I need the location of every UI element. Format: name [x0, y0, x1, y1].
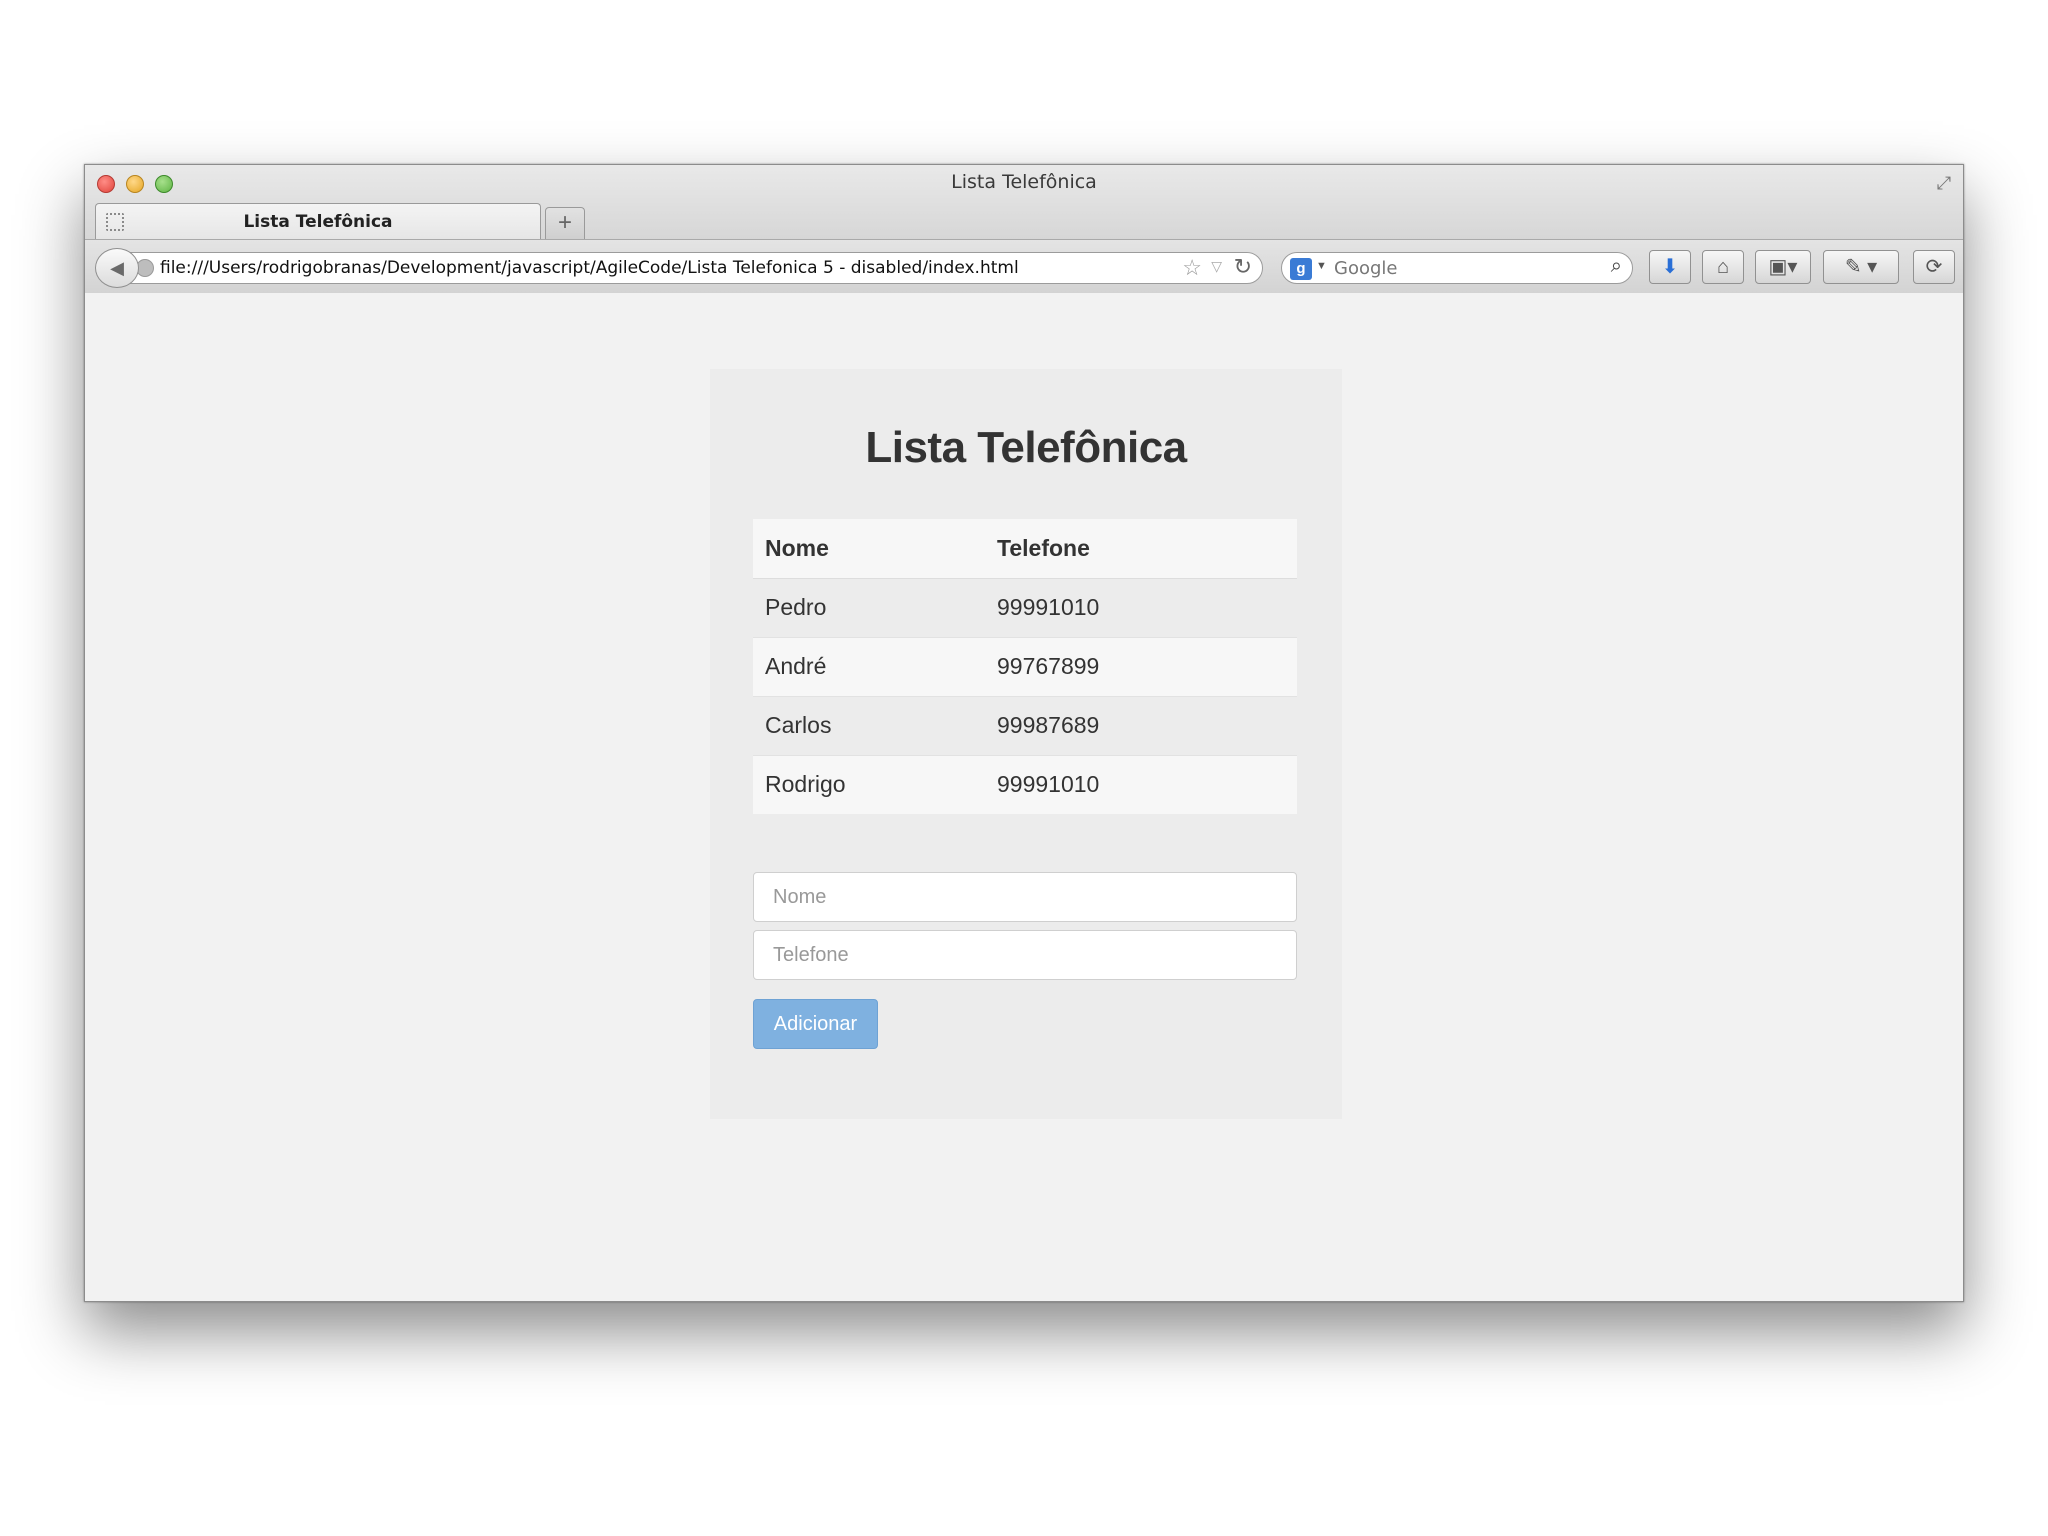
search-placeholder: Google [1334, 258, 1398, 279]
contacts-table: Nome Telefone Pedro 99991010 André 99767… [753, 519, 1297, 814]
new-tab-button[interactable]: + [545, 207, 585, 239]
column-header-telefone: Telefone [997, 519, 1297, 579]
addon-menu-button[interactable]: ✎ ▾ [1823, 250, 1899, 284]
back-button[interactable]: ◀ [95, 248, 139, 288]
page-favicon-icon [106, 213, 124, 231]
reload-icon[interactable]: ↻ [1234, 254, 1252, 280]
search-bar[interactable]: g ▼ Google ⌕ [1281, 252, 1633, 284]
history-dropdown-icon[interactable]: ▽ [1211, 258, 1222, 275]
url-text[interactable]: file:///Users/rodrigobranas/Development/… [160, 258, 1019, 278]
sync-button[interactable]: ⟳ [1913, 250, 1955, 284]
bookmark-star-icon[interactable]: ☆ [1182, 255, 1202, 281]
page-title: Lista Telefônica [865, 423, 1187, 472]
contact-name: Carlos [753, 695, 997, 755]
table-header-row: Nome Telefone [753, 519, 1297, 579]
tab-label: Lista Telefônica [243, 212, 393, 232]
tab-lista-telefonica[interactable]: Lista Telefônica [95, 203, 541, 239]
tab-strip: Lista Telefônica + [85, 201, 1963, 239]
add-contact-button[interactable]: Adicionar [753, 999, 878, 1049]
contact-name: Rodrigo [753, 754, 997, 814]
engine-dropdown-icon[interactable]: ▼ [1316, 260, 1327, 272]
contact-phone: 99991010 [997, 577, 1297, 637]
downloads-button[interactable]: ⬇ [1649, 250, 1691, 284]
contact-name: André [753, 636, 997, 696]
browser-window: Lista Telefônica ⤢ Lista Telefônica + fi… [84, 164, 1964, 1302]
contact-phone: 99991010 [997, 754, 1297, 814]
table-row: Carlos 99987689 [753, 695, 1297, 755]
page-viewport: Lista Telefônica Nome Telefone Pedro 999… [85, 293, 1963, 1301]
window-title: Lista Telefônica [951, 171, 1097, 193]
search-engine-icon[interactable]: g [1290, 258, 1312, 280]
table-row: Pedro 99991010 [753, 577, 1297, 637]
contact-phone: 99987689 [997, 695, 1297, 755]
url-bar[interactable]: file:///Users/rodrigobranas/Development/… [129, 252, 1263, 284]
column-header-nome: Nome [753, 519, 997, 579]
fullscreen-icon[interactable]: ⤢ [1933, 172, 1955, 194]
search-icon[interactable]: ⌕ [1611, 255, 1622, 278]
contacts-panel: Lista Telefônica Nome Telefone Pedro 999… [710, 369, 1342, 1119]
home-button[interactable]: ⌂ [1702, 250, 1744, 284]
bookmarks-menu-button[interactable]: ▣▾ [1755, 250, 1811, 284]
table-row: André 99767899 [753, 636, 1297, 696]
phone-input[interactable] [753, 930, 1297, 980]
contact-phone: 99767899 [997, 636, 1297, 696]
titlebar: Lista Telefônica ⤢ Lista Telefônica + fi… [85, 165, 1963, 293]
contact-name: Pedro [753, 577, 997, 637]
name-input[interactable] [753, 872, 1297, 922]
table-row: Rodrigo 99991010 [753, 754, 1297, 814]
navigation-toolbar: file:///Users/rodrigobranas/Development/… [85, 239, 1963, 293]
